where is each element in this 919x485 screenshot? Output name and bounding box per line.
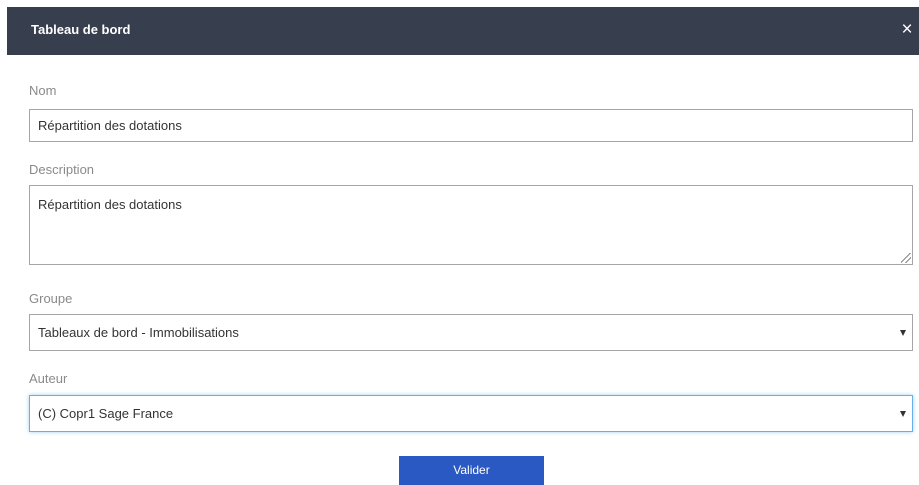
submit-button[interactable]: Valider [399, 456, 544, 485]
group-label: Groupe [29, 291, 73, 306]
name-label: Nom [29, 83, 57, 98]
description-label: Description [29, 162, 95, 177]
close-icon[interactable]: × [900, 20, 914, 40]
dialog-header: Tableau de bord × [7, 7, 919, 55]
author-label: Auteur [29, 371, 68, 386]
author-select-value: (C) Copr1 Sage France [38, 406, 174, 421]
chevron-down-icon[interactable] [900, 411, 906, 417]
resize-handle-icon[interactable] [901, 253, 911, 263]
dashboard-dialog: Tableau de bord × Nom Répartition des do… [0, 0, 919, 485]
description-textarea-value: Répartition des dotations [38, 197, 182, 212]
description-textarea[interactable]: Répartition des dotations [29, 185, 913, 265]
name-input[interactable]: Répartition des dotations [29, 109, 913, 142]
name-input-value: Répartition des dotations [38, 118, 182, 133]
group-select[interactable]: Tableaux de bord - Immobilisations [29, 314, 913, 351]
dialog-title: Tableau de bord [31, 22, 131, 37]
chevron-down-icon[interactable] [900, 330, 906, 336]
author-select[interactable]: (C) Copr1 Sage France [29, 395, 913, 432]
group-select-value: Tableaux de bord - Immobilisations [38, 325, 239, 340]
